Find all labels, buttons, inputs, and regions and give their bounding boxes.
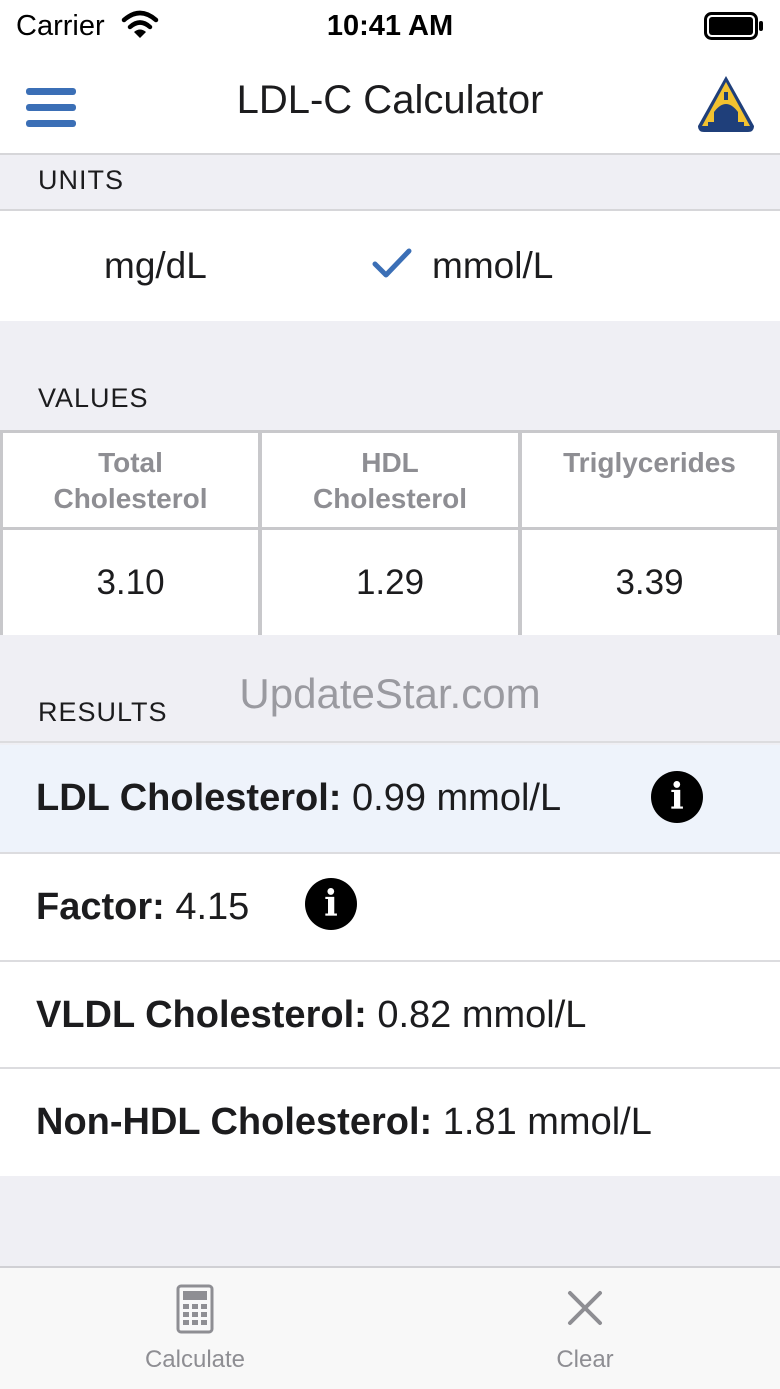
result-label: VLDL Cholesterol: bbox=[36, 994, 367, 1036]
navigation-bar: LDL-C Calculator bbox=[0, 54, 780, 155]
result-label: LDL Cholesterol: bbox=[36, 777, 342, 819]
column-header-hdl-cholesterol: HDL Cholesterol bbox=[262, 433, 518, 527]
status-bar: Carrier 10:41 AM bbox=[0, 0, 780, 54]
values-header-label: VALUES bbox=[38, 383, 149, 413]
unit-option-mmol-l[interactable]: mmol/L bbox=[432, 211, 553, 321]
checkmark-icon bbox=[372, 248, 412, 278]
result-row-non-hdl: Non-HDL Cholesterol: 1.81 mmol/L bbox=[0, 1069, 780, 1176]
ldl-info-icon[interactable]: i bbox=[651, 771, 703, 823]
column-header-triglycerides: Triglycerides bbox=[522, 433, 777, 527]
dome-shield-logo-icon bbox=[698, 76, 754, 132]
result-value: 1.81 mmol/L bbox=[442, 1101, 652, 1143]
close-icon bbox=[568, 1291, 602, 1325]
triglycerides-input[interactable]: 3.39 bbox=[522, 530, 777, 635]
tab-bar: Calculate Clear bbox=[0, 1266, 780, 1389]
result-value: 4.15 bbox=[175, 886, 250, 928]
hdl-cholesterol-input[interactable]: 1.29 bbox=[262, 530, 518, 635]
column-header-total-cholesterol: Total Cholesterol bbox=[3, 433, 258, 527]
unit-option-mg-dl[interactable]: mg/dL bbox=[104, 211, 207, 321]
result-row-ldl: LDL Cholesterol: 0.99 mmol/L i bbox=[0, 745, 780, 854]
units-section-header: UNITS bbox=[0, 155, 780, 209]
result-label: Non-HDL Cholesterol: bbox=[36, 1101, 433, 1143]
result-value: 0.82 mmol/L bbox=[377, 994, 587, 1036]
values-section-header: VALUES bbox=[0, 321, 780, 430]
clear-tab-label: Clear bbox=[556, 1346, 614, 1373]
units-selector: mg/dL mmol/L bbox=[0, 209, 780, 323]
factor-info-icon[interactable]: i bbox=[305, 878, 357, 930]
result-value: 0.99 mmol/L bbox=[352, 777, 562, 819]
watermark-text: UpdateStar.com bbox=[239, 670, 541, 717]
result-label: Factor: bbox=[36, 886, 165, 928]
result-row-vldl: VLDL Cholesterol: 0.82 mmol/L bbox=[0, 962, 780, 1069]
result-row-factor: Factor: 4.15 i bbox=[0, 854, 780, 962]
clear-tab-button[interactable]: Clear bbox=[390, 1268, 780, 1389]
units-header-label: UNITS bbox=[38, 165, 124, 195]
page-title: LDL-C Calculator bbox=[236, 78, 544, 122]
calculate-tab-button[interactable]: Calculate bbox=[0, 1268, 390, 1389]
values-grid: Total Cholesterol HDL Cholesterol Trigly… bbox=[0, 430, 780, 635]
calculate-tab-label: Calculate bbox=[144, 1346, 246, 1373]
clock: 10:41 AM bbox=[326, 10, 454, 42]
battery-icon bbox=[704, 12, 763, 40]
total-cholesterol-input[interactable]: 3.10 bbox=[3, 530, 258, 635]
calculator-icon bbox=[176, 1284, 214, 1334]
